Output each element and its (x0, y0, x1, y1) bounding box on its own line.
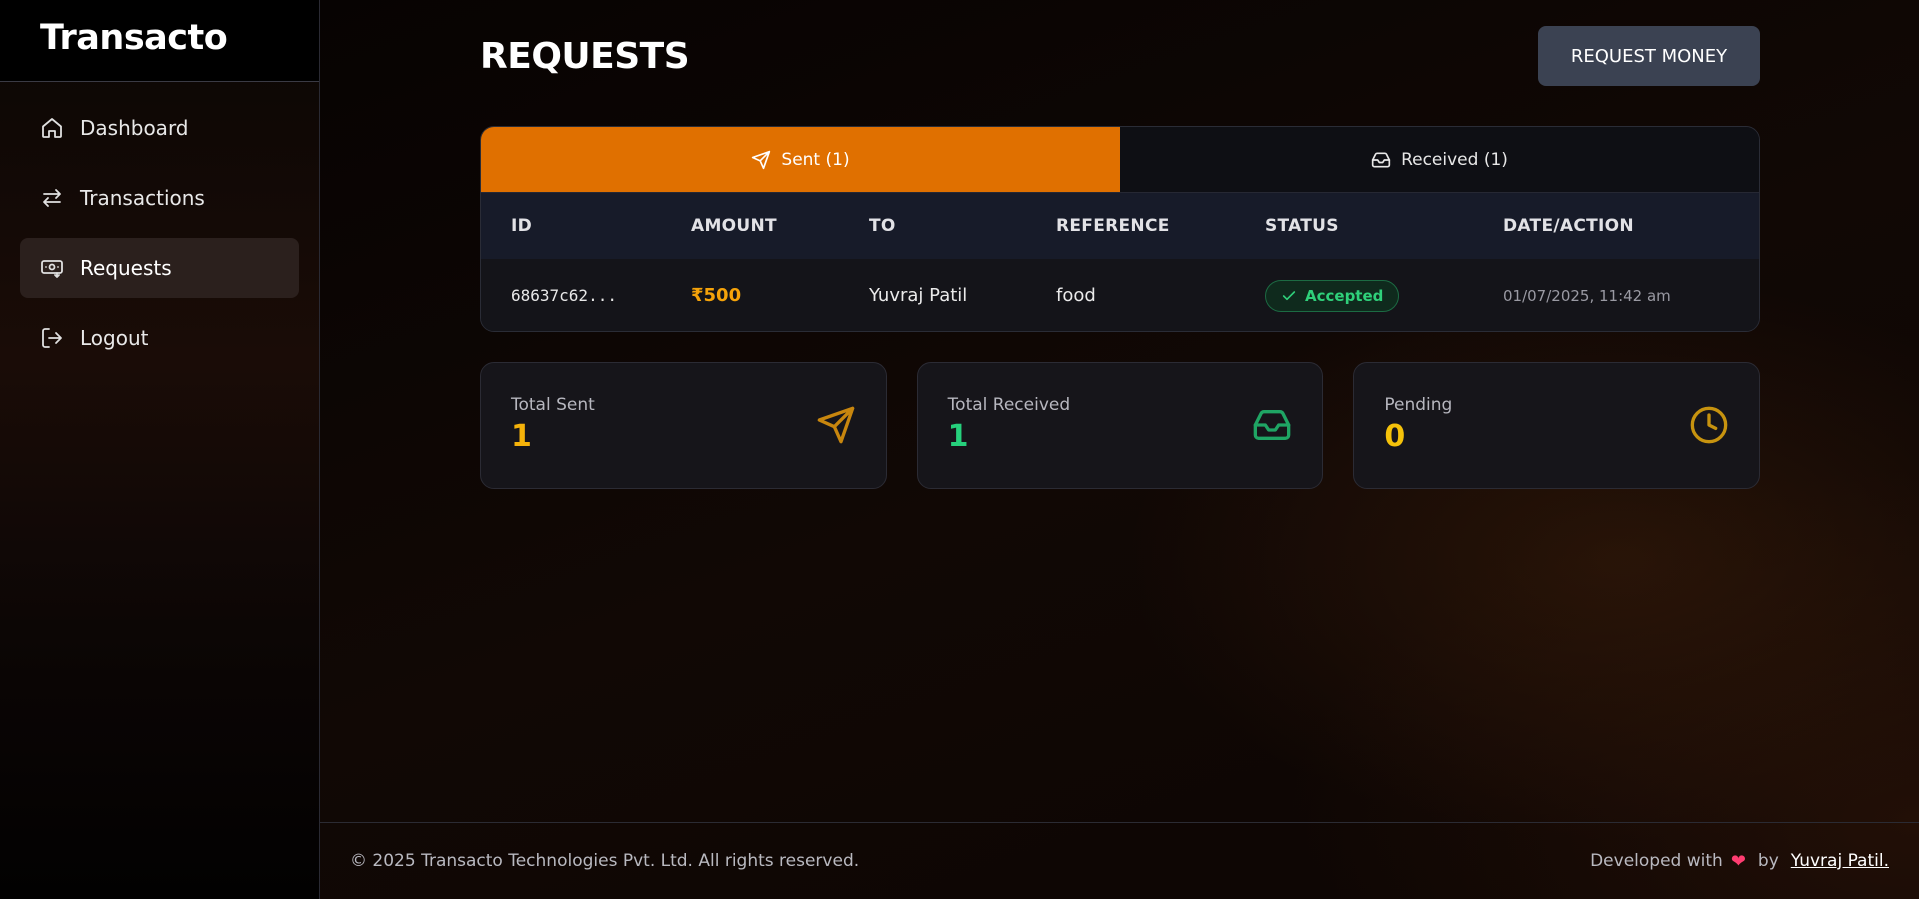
stat-card-total-received: Total Received 1 (916, 362, 1324, 489)
cell-to: Yuvraj Patil (869, 285, 968, 306)
column-header-to: TO (869, 216, 896, 236)
page-title: REQUESTS (480, 36, 690, 77)
stats-cards: Total Sent 1 Total Received 1 Pending 0 (480, 362, 1761, 489)
table-row[interactable]: 68637c62... ₹500 Yuvraj Patil food Accep… (481, 259, 1759, 331)
tab-received[interactable]: Received (1) (1120, 127, 1759, 192)
app: Transacto Dashboard Transactions Request… (0, 0, 1919, 899)
inbox-icon (1252, 405, 1292, 445)
developer-credit: Developed with ❤ by Yuvraj Patil. (1590, 851, 1889, 872)
sidebar-item-dashboard[interactable]: Dashboard (20, 98, 299, 158)
column-header-date: DATE/ACTION (1503, 216, 1634, 236)
stat-card-pending: Pending 0 (1353, 362, 1761, 489)
sidebar-item-transactions[interactable]: Transactions (20, 168, 299, 228)
sidebar: Transacto Dashboard Transactions Request… (0, 0, 320, 899)
tab-bar: Sent (1) Received (1) (481, 127, 1759, 193)
home-icon (40, 116, 64, 140)
money-request-icon (40, 256, 64, 280)
inbox-icon (1371, 152, 1391, 167)
cell-date: 01/07/2025, 11:42 am (1503, 286, 1671, 305)
sidebar-item-label: Requests (80, 256, 172, 280)
developer-link[interactable]: Yuvraj Patil. (1791, 851, 1889, 871)
column-header-amount: AMOUNT (691, 216, 777, 236)
sidebar-item-requests[interactable]: Requests (20, 238, 299, 298)
table-header: ID AMOUNT TO REFERENCE STATUS DATE/ACTIO… (481, 193, 1759, 259)
sidebar-nav: Dashboard Transactions Requests Logout (0, 82, 319, 394)
status-label: Accepted (1305, 286, 1384, 305)
request-money-button[interactable]: REQUEST MONEY (1538, 26, 1760, 86)
footer: © 2025 Transacto Technologies Pvt. Ltd. … (320, 822, 1919, 899)
copyright-text: © 2025 Transacto Technologies Pvt. Ltd. … (350, 851, 860, 871)
requests-panel: Sent (1) Received (1) ID AMOUNT TO REFER… (480, 126, 1760, 332)
main-content: REQUESTS REQUEST MONEY Sent (1) Received… (320, 0, 1919, 899)
send-icon (752, 150, 771, 169)
arrows-icon (40, 186, 64, 210)
brand-logo[interactable]: Transacto (0, 0, 319, 82)
tab-label: Sent (1) (781, 149, 850, 170)
tab-sent[interactable]: Sent (1) (481, 127, 1120, 192)
cell-reference: food (1056, 285, 1096, 306)
check-icon (1282, 290, 1296, 300)
developed-with-text: Developed with (1590, 851, 1723, 871)
sidebar-item-label: Transactions (80, 186, 205, 210)
column-header-status: STATUS (1265, 216, 1339, 236)
cell-amount: ₹500 (691, 285, 742, 306)
clock-icon (1689, 405, 1729, 445)
cell-status: Accepted (1265, 279, 1503, 312)
status-badge: Accepted (1265, 279, 1400, 312)
by-text: by (1757, 851, 1779, 871)
column-header-reference: REFERENCE (1056, 216, 1170, 236)
send-icon (816, 405, 856, 445)
sidebar-item-label: Dashboard (80, 116, 189, 140)
column-header-id: ID (511, 216, 533, 236)
sidebar-item-label: Logout (80, 326, 149, 350)
stat-card-total-sent: Total Sent 1 (480, 362, 887, 489)
logout-icon (40, 326, 64, 350)
heart-icon: ❤ (1730, 850, 1746, 872)
cell-id: 68637c62... (511, 286, 617, 305)
sidebar-item-logout[interactable]: Logout (20, 308, 299, 368)
tab-label: Received (1) (1401, 149, 1508, 170)
